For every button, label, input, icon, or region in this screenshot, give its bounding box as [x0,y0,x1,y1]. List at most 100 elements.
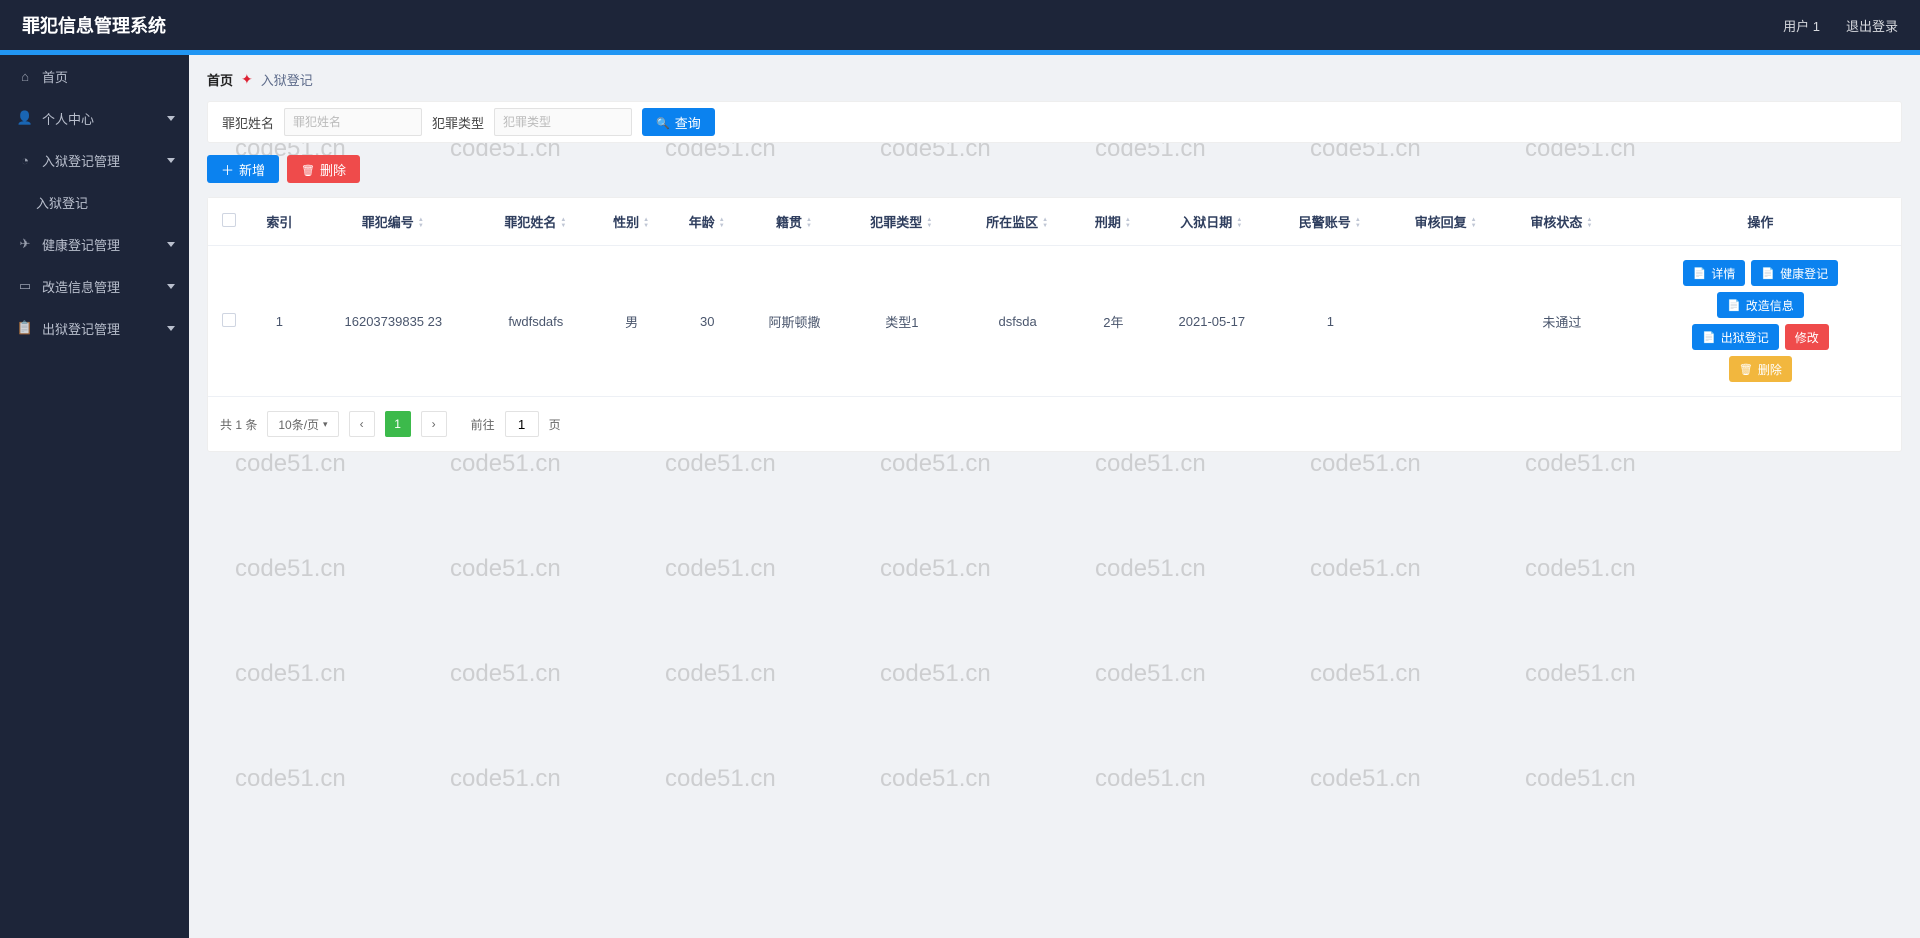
th-status[interactable]: 审核状态 [1504,198,1620,246]
breadcrumb-home[interactable]: 首页 [207,70,233,89]
sidebar-item-profile[interactable]: 👤个人中心 [0,97,189,139]
sidebar: ⌂首页 👤个人中心 ◔ 入狱登记管理 入狱登记 ✈ 健康登记管理 ▭ 改造信息管理 📋… [0,55,189,938]
op-edit-button[interactable]: 修改 [1785,324,1829,350]
table-header-row: 索引 罪犯编号 罪犯姓名 性别 年龄 籍贯 犯罪类型 所在监区 刑期 入狱日期 … [208,198,1901,246]
search-label-name: 罪犯姓名 [222,113,274,132]
cell-sentence: 2年 [1076,246,1152,397]
th-native[interactable]: 籍贯 [745,198,844,246]
cell-no: 16203739835 23 [309,246,478,397]
chevron-down-icon: ▾ [323,419,328,430]
send-icon: ✈ [18,237,32,251]
doc-icon [1727,298,1741,312]
header-user[interactable]: 用户 1 [1783,16,1820,35]
th-ops: 操作 [1620,198,1901,246]
search-bar: 罪犯姓名 犯罪类型 查询 [207,101,1902,143]
row-checkbox[interactable] [222,313,236,327]
search-input-name[interactable] [284,108,422,136]
op-detail-button[interactable]: 详情 [1683,260,1746,286]
sort-icon [925,217,933,229]
th-reply[interactable]: 审核回复 [1388,198,1504,246]
pager-goto-suffix: 页 [549,416,561,433]
trash-icon [301,162,315,177]
sidebar-item-release-mgmt[interactable]: 📋出狱登记管理 [0,307,189,349]
breadcrumb-current: 入狱登记 [261,70,313,89]
sidebar-item-reform-mgmt[interactable]: ▭ 改造信息管理 [0,265,189,307]
cell-name: fwdfsdafs [478,246,594,397]
pager-prev[interactable]: ‹ [349,411,375,437]
cell-reply [1388,246,1504,397]
toolbar: 新增 删除 [207,155,1902,183]
doc-icon [1761,266,1775,280]
sort-icon [417,217,425,229]
sort-icon [805,217,813,229]
accent-bar [0,50,1920,55]
box-icon: ▭ [18,279,32,293]
clip-icon: 📋 [18,321,32,335]
op-health-button[interactable]: 健康登记 [1751,260,1838,286]
cell-status: 未通过 [1504,246,1620,397]
th-age[interactable]: 年龄 [669,198,745,246]
sidebar-item-label: 入狱登记 [36,193,88,212]
trash-icon [1739,362,1753,376]
cell-date: 2021-05-17 [1151,246,1272,397]
cell-type: 类型1 [844,246,960,397]
data-table-card: 索引 罪犯编号 罪犯姓名 性别 年龄 籍贯 犯罪类型 所在监区 刑期 入狱日期 … [207,197,1902,452]
select-all-checkbox[interactable] [222,213,236,227]
sort-icon [1470,217,1478,229]
ops-cell: 详情 健康登记 改造信息 出狱登记 修改 删除 [1675,260,1845,382]
doc-icon [1693,266,1707,280]
search-button[interactable]: 查询 [642,108,715,136]
sidebar-item-label: 首页 [42,67,68,86]
pager-perpage[interactable]: 10条/页 ▾ [267,411,338,437]
th-sentence[interactable]: 刑期 [1076,198,1152,246]
sidebar-item-admission[interactable]: 入狱登记 [0,181,189,223]
th-type[interactable]: 犯罪类型 [844,198,960,246]
app-header: 罪犯信息管理系统 用户 1 退出登录 [0,0,1920,50]
pager-goto-input[interactable] [505,411,539,437]
add-button[interactable]: 新增 [207,155,279,183]
pager-next[interactable]: › [421,411,447,437]
cell-age: 30 [669,246,745,397]
th-index[interactable]: 索引 [250,198,309,246]
op-release-button[interactable]: 出狱登记 [1692,324,1779,350]
th-sex[interactable]: 性别 [594,198,670,246]
th-date[interactable]: 入狱日期 [1151,198,1272,246]
sidebar-item-label: 健康登记管理 [42,235,120,254]
table-row: 1 16203739835 23 fwdfsdafs 男 30 阿斯顿撒 类型1… [208,246,1901,397]
th-name[interactable]: 罪犯姓名 [478,198,594,246]
search-input-type[interactable] [494,108,632,136]
pagination: 共 1 条 10条/页 ▾ ‹ 1 › 前往 页 [208,397,1901,451]
sort-icon [1354,217,1362,229]
user-icon: 👤 [18,111,32,125]
doc-icon [1702,330,1716,344]
sidebar-item-health-mgmt[interactable]: ✈ 健康登记管理 [0,223,189,265]
th-police[interactable]: 民警账号 [1272,198,1388,246]
sort-icon [1124,217,1132,229]
sidebar-item-label: 入狱登记管理 [42,151,120,170]
sort-icon [559,217,567,229]
plus-icon [221,160,234,179]
cell-native: 阿斯顿撒 [745,246,844,397]
sidebar-item-admission-mgmt[interactable]: ◔ 入狱登记管理 [0,139,189,181]
cell-sex: 男 [594,246,670,397]
sort-icon [1585,217,1593,229]
search-label-type: 犯罪类型 [432,113,484,132]
search-icon [656,115,670,130]
delete-button[interactable]: 删除 [287,155,360,183]
op-delete-button[interactable]: 删除 [1729,356,1792,382]
data-table: 索引 罪犯编号 罪犯姓名 性别 年龄 籍贯 犯罪类型 所在监区 刑期 入狱日期 … [208,198,1901,397]
sort-icon [1235,217,1243,229]
pager-goto-label: 前往 [471,416,495,433]
cell-area: dsfsda [960,246,1076,397]
clock-icon: ◔ [18,153,32,167]
sort-icon [642,217,650,229]
op-reform-button[interactable]: 改造信息 [1717,292,1804,318]
sidebar-item-home[interactable]: ⌂首页 [0,55,189,97]
header-logout[interactable]: 退出登录 [1846,16,1898,35]
th-area[interactable]: 所在监区 [960,198,1076,246]
th-no[interactable]: 罪犯编号 [309,198,478,246]
sidebar-item-label: 改造信息管理 [42,277,120,296]
sort-icon [1041,217,1049,229]
app-title: 罪犯信息管理系统 [22,12,166,38]
pager-page-1[interactable]: 1 [385,411,411,437]
